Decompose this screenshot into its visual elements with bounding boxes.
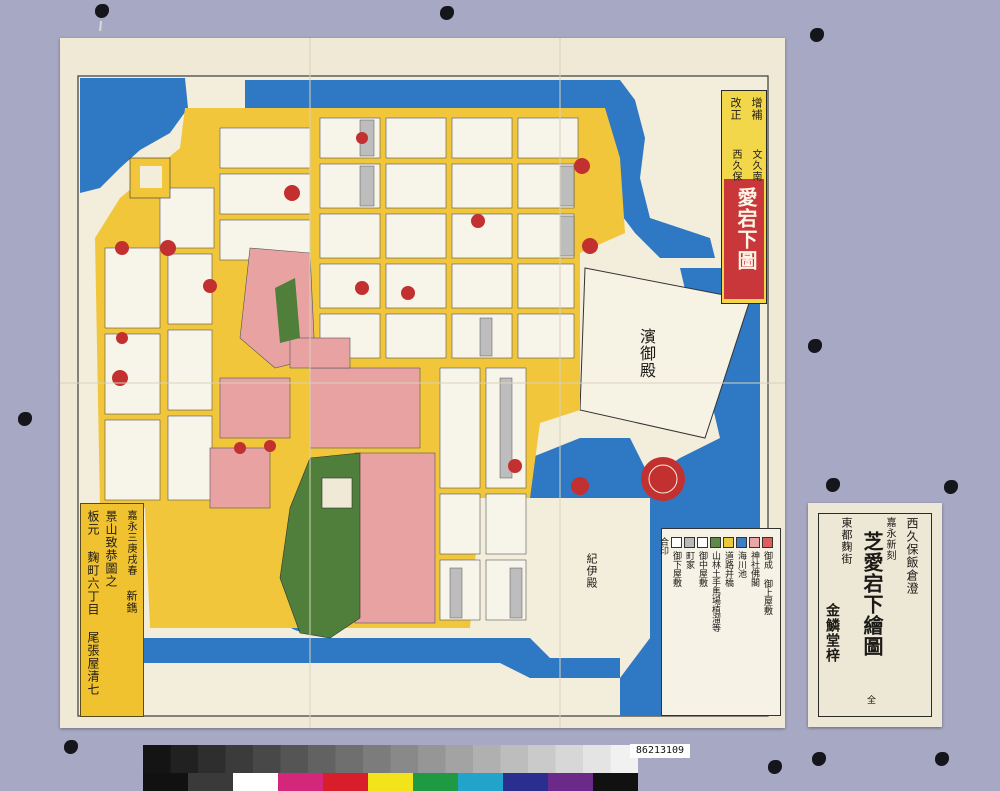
legend-swatch <box>749 537 760 548</box>
color-swatch <box>593 773 638 791</box>
slip-publisher: 金鱗堂梓 <box>824 603 840 663</box>
legend-swatch <box>697 537 708 548</box>
author-credit: 景山致恭圖之 <box>104 510 118 588</box>
pin <box>440 6 454 20</box>
legend-swatch <box>710 537 721 548</box>
color-swatch <box>278 773 324 791</box>
pin <box>64 740 78 754</box>
grey-step <box>198 745 226 773</box>
grey-step <box>473 745 501 773</box>
image-id-label: 86213109 <box>630 744 690 758</box>
grey-step <box>555 745 584 773</box>
pin <box>18 412 32 426</box>
grey-step <box>143 745 171 773</box>
kii-label: 紀伊殿 <box>585 553 598 589</box>
color-swatch <box>548 773 594 791</box>
grey-step <box>418 745 446 773</box>
slip-title: 芝愛宕下繪圖 <box>860 531 884 657</box>
title-slip: 西久保飯倉澄 嘉永新刻 芝愛宕下繪圖 東都麴街 金鱗堂梓 全 <box>808 503 942 727</box>
palace-label: 濱御殿 <box>637 328 656 379</box>
new-edition-label: 新鐫 <box>125 590 138 614</box>
pin-wire <box>99 20 102 32</box>
pin <box>810 28 824 42</box>
color-swatch <box>413 773 459 791</box>
cartouche-line: 改正 <box>729 97 742 121</box>
legend-label: 海川池 <box>736 551 746 578</box>
publisher-panel: 嘉永三庚戌春 新鐫 景山致恭圖之 板元 麴町六丁目 尾張屋清七 <box>80 503 144 717</box>
grey-step <box>583 745 611 773</box>
slip-line: 西久保飯倉澄 <box>905 517 919 595</box>
legend-swatch <box>762 537 773 548</box>
publication-date: 嘉永三庚戌春 <box>125 510 136 576</box>
grey-step <box>170 745 199 773</box>
legend-label: 御成 御上屋敷 <box>762 551 772 615</box>
pin <box>95 4 109 18</box>
legend-label: 合印 <box>658 537 668 555</box>
color-swatch <box>458 773 504 791</box>
legend-swatch <box>736 537 747 548</box>
legend-label: 町家 <box>684 551 694 569</box>
grey-step <box>363 745 391 773</box>
pin <box>826 478 840 492</box>
color-swatch <box>233 773 279 791</box>
pin <box>808 339 822 353</box>
color-swatch <box>368 773 414 791</box>
cartouche-line: 西久保 <box>730 149 741 182</box>
grey-step <box>280 745 309 773</box>
grey-step <box>253 745 281 773</box>
legend-swatch <box>684 537 695 548</box>
map-title-cartouche: 增補 改正 文久南 西久保 愛宕下圖 <box>721 90 767 304</box>
grey-step <box>390 745 419 773</box>
pin <box>768 760 782 774</box>
grey-step <box>225 745 254 773</box>
legend-label: 道路并橋 <box>723 551 733 587</box>
legend-label: 御中屋敷 <box>697 551 707 587</box>
color-swatch <box>188 773 234 791</box>
slip-volume: 全 <box>865 695 875 705</box>
cartouche-line: 文久南 <box>750 149 761 182</box>
legend-swatch <box>671 537 682 548</box>
cartouche-line: 增補 <box>750 97 763 121</box>
slip-line: 東都麴街 <box>840 517 853 565</box>
legend-label: 山林土手馬場植溜等 <box>710 551 720 632</box>
legend-label: 御下屋敷 <box>671 551 681 587</box>
grey-step <box>528 745 556 773</box>
map-legend: 御成 御上屋敷 神社佛閣 海川池 道路并橋 山林土手馬場植溜等 御中屋敷 町家 御下屋敷 合印 <box>658 528 781 716</box>
color-swatch <box>323 773 369 791</box>
grey-step <box>500 745 529 773</box>
legend-swatch <box>723 537 734 548</box>
map-sheet: 增補 改正 文久南 西久保 愛宕下圖 濱御殿 紀伊殿 嘉永三庚戌春 新鐫 景山致… <box>60 38 785 728</box>
pin <box>812 752 826 766</box>
grey-step <box>308 745 336 773</box>
board: 增補 改正 文久南 西久保 愛宕下圖 濱御殿 紀伊殿 嘉永三庚戌春 新鐫 景山致… <box>0 0 1000 791</box>
color-swatch <box>143 773 189 791</box>
publisher-credit: 板元 麴町六丁目 尾張屋清七 <box>86 510 100 696</box>
map-title: 愛宕下圖 <box>734 187 758 271</box>
grey-step <box>335 745 364 773</box>
color-swatch <box>503 773 549 791</box>
grey-step <box>445 745 474 773</box>
color-calibration-bar <box>143 745 638 791</box>
pin <box>935 752 949 766</box>
legend-label: 神社佛閣 <box>749 551 759 587</box>
pin <box>944 480 958 494</box>
